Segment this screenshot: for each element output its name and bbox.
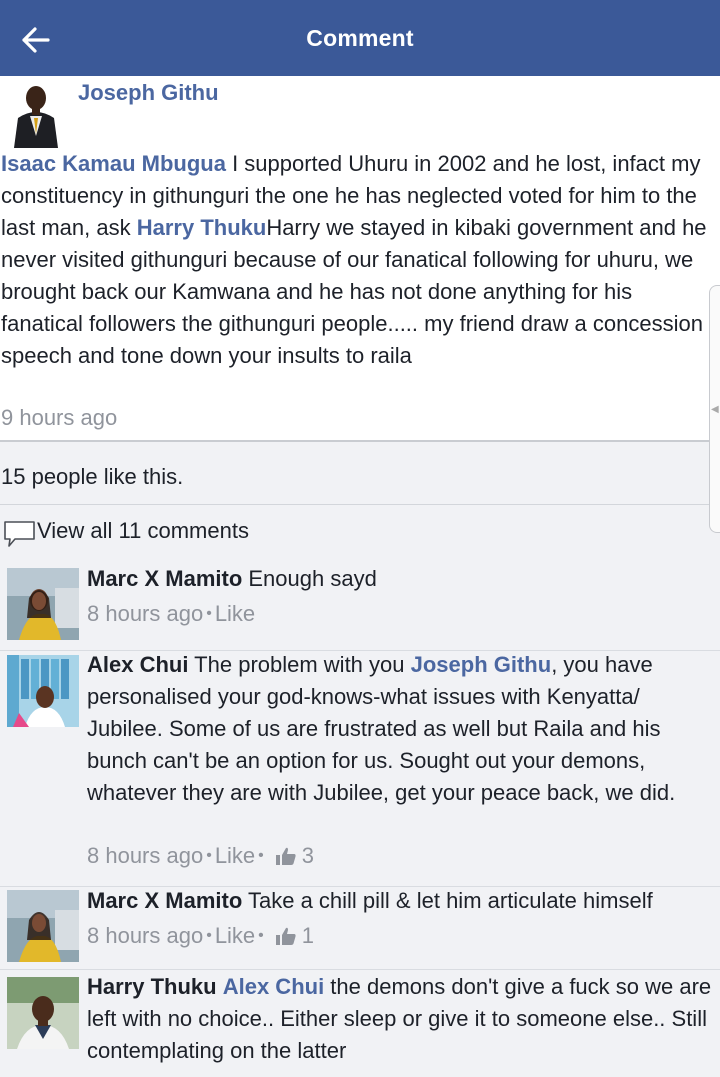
like-button[interactable]: Like (215, 923, 255, 949)
comment-meta: 8 hours ago • Like • 1 (87, 923, 314, 949)
like-count[interactable]: 3 (302, 843, 314, 869)
post-body: Isaac Kamau Mbugua I supported Uhuru in … (1, 148, 719, 372)
post-timestamp: 9 hours ago (1, 405, 118, 430)
mention-link[interactable]: Alex Chui (223, 974, 324, 999)
thumbs-up-icon (275, 927, 296, 945)
separator-dot: • (258, 847, 264, 864)
comment-timestamp: 8 hours ago (87, 601, 204, 626)
comment-item: Harry Thuku Alex Chui the demons don't g… (0, 970, 720, 1077)
comment-bubble-icon (4, 521, 35, 547)
mention-link[interactable]: Isaac Kamau Mbugua (1, 151, 226, 176)
comment-item: Marc X Mamito Enough sayd 8 hours ago • … (0, 555, 720, 650)
separator-dot: • (206, 605, 212, 622)
separator-dot: • (206, 847, 212, 864)
comment-body: Enough sayd (242, 566, 377, 591)
page-title: Comment (306, 24, 414, 51)
comment-timestamp: 8 hours ago (87, 923, 204, 948)
mention-link[interactable]: Joseph Githu (411, 652, 552, 677)
scroll-indicator-icon: ◀ (711, 404, 719, 415)
commenter-name[interactable]: Harry Thuku (87, 974, 217, 999)
commenter-avatar[interactable] (7, 568, 79, 640)
like-button[interactable]: Like (215, 843, 255, 869)
post-author-name[interactable]: Joseph Githu (78, 80, 219, 106)
comment-item: Alex Chui The problem with you Joseph Gi… (0, 651, 720, 886)
view-all-label[interactable]: View all 11 comments (37, 518, 249, 544)
commenter-name[interactable]: Marc X Mamito (87, 566, 242, 591)
likes-count-text[interactable]: 15 people like this. (1, 464, 183, 490)
comment-timestamp: 8 hours ago (87, 843, 204, 868)
like-button[interactable]: Like (215, 601, 255, 627)
back-arrow-icon (22, 27, 50, 53)
likes-summary[interactable]: 15 people like this. (0, 442, 720, 504)
comment-text: Marc X Mamito Take a chill pill & let hi… (87, 885, 717, 917)
thumbs-up-icon (275, 847, 296, 865)
original-post: Joseph Githu Isaac Kamau Mbugua I suppor… (0, 76, 720, 440)
view-all-comments-button[interactable]: View all 11 comments (0, 505, 720, 555)
back-button[interactable] (18, 22, 54, 58)
like-count[interactable]: 1 (302, 923, 314, 949)
comment-meta: 8 hours ago • Like • 3 (87, 843, 314, 869)
comment-body: Take a chill pill & let him articulate h… (242, 888, 653, 913)
comment-item: Marc X Mamito Take a chill pill & let hi… (0, 887, 720, 969)
comment-text: Marc X Mamito Enough sayd (87, 563, 717, 595)
comment-meta: 8 hours ago • Like (87, 601, 255, 627)
commenter-name[interactable]: Marc X Mamito (87, 888, 242, 913)
commenter-avatar[interactable] (7, 890, 79, 962)
commenter-avatar[interactable] (7, 655, 79, 727)
comment-text: Alex Chui The problem with you Joseph Gi… (87, 649, 717, 809)
separator-dot: • (206, 927, 212, 944)
comment-text: Harry Thuku Alex Chui the demons don't g… (87, 971, 717, 1067)
comment-body: The problem with you (188, 652, 411, 677)
post-author-avatar[interactable] (0, 76, 72, 148)
top-bar: Comment (0, 0, 720, 76)
mention-link[interactable]: Harry Thuku (137, 215, 267, 240)
commenter-name[interactable]: Alex Chui (87, 652, 188, 677)
separator-dot: • (258, 927, 264, 944)
commenter-avatar[interactable] (7, 977, 79, 1049)
